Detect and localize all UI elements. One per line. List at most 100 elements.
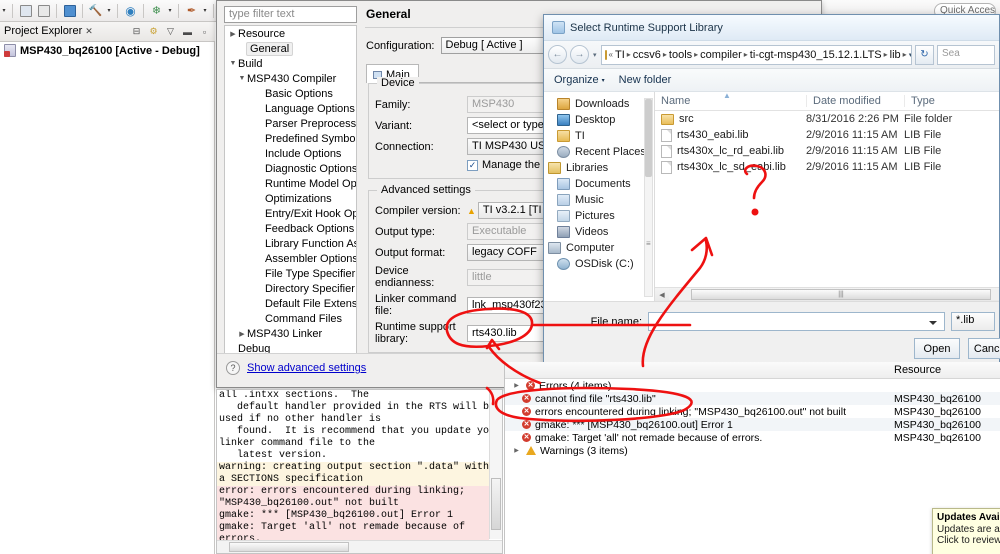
updates-notification[interactable]: Updates Availab Updates are ava Click to… [932,508,1000,554]
properties-tree-item[interactable]: Basic Options [225,86,356,101]
save-icon[interactable] [17,2,34,19]
places-scrollbar[interactable]: ≡ [644,98,653,297]
console-vscrollbar[interactable]: ≡ [489,390,502,548]
chevron-right-icon[interactable]: ▶ [511,447,522,454]
debug-icon[interactable]: ◉ [122,2,139,19]
problems-view[interactable]: Resource ▶ ✕ Errors (4 items) ✕ cannot find … [504,362,1000,554]
file-list-hscrollbar[interactable]: ◀ ||| [655,287,999,301]
file-list-row[interactable]: rts430x_lc_sd_eabi.lib 2/9/2016 11:15 AM L… [655,159,999,175]
back-icon[interactable]: ← [548,45,567,64]
places-item[interactable]: OSDisk (C:) [548,256,654,272]
problems-column-resource[interactable]: Resource [888,364,1000,376]
run-icon[interactable]: ❄ [148,2,165,19]
scroll-left-icon[interactable]: ◀ [655,291,669,299]
cancel-button[interactable]: Cancel [968,338,1000,359]
chevron-right-icon[interactable]: ▶ [228,30,238,38]
chevron-down-icon[interactable]: ▼ [228,60,238,67]
file-list-row[interactable]: rts430_eabi.lib 2/9/2016 11:15 AM LIB File [655,127,999,143]
new-folder-button[interactable]: New folder [619,74,672,86]
problems-row[interactable]: ✕ gmake: *** [MSP430_bq26100.out] Error 1… [505,418,1000,431]
run-dropdown-icon[interactable]: ▾ [166,2,174,19]
properties-tree-item[interactable]: Include Options [225,146,356,161]
properties-tree-item[interactable]: ▼ MSP430 Compiler [225,71,356,86]
breadcrumb-segment[interactable]: TI [615,49,625,61]
file-type-combo[interactable]: *.lib [951,312,995,331]
problems-group-errors[interactable]: ▶ ✕ Errors (4 items) [505,379,1000,392]
breadcrumb-dropdown-icon[interactable]: ▾ [909,51,911,59]
properties-tree-item[interactable]: Feedback Options [225,221,356,236]
minimize-icon[interactable]: ▬ [181,25,194,38]
external-tools-icon[interactable]: ✒ [183,2,200,19]
properties-filter-input[interactable]: type filter text [224,6,357,23]
breadcrumb-segment[interactable]: tools [669,49,692,61]
breadcrumb-chevron-icon[interactable]: ▸ [744,50,748,59]
properties-tree-item[interactable]: Predefined Symbols [225,131,356,146]
file-list-row[interactable]: src 8/31/2016 2:26 PM File folder [655,111,999,127]
tab-project-explorer[interactable]: Project Explorer ✕ [4,25,93,37]
properties-tree-item[interactable]: ▶ MSP430 Linker [225,326,356,341]
properties-tree-item[interactable]: Directory Specifier [225,281,356,296]
properties-tree-item[interactable]: Optimizations [225,191,356,206]
properties-tree-item[interactable]: ▶ Resource [225,26,356,41]
hscroll-track[interactable]: ||| [669,289,999,300]
breadcrumb-segment[interactable]: ti-cgt-msp430_15.12.1.LTS [750,49,882,61]
properties-tree[interactable]: ▶ Resource General ▼ Build ▼ MSP430 Compiler Ba… [224,25,357,355]
notification-line-2[interactable]: Click to review a [933,535,1000,546]
places-item[interactable]: Computer [548,240,654,256]
console-hscrollbar[interactable] [217,540,502,553]
breadcrumb-chevron-icon[interactable]: ▸ [903,50,907,59]
problems-row[interactable]: ✕ cannot find file "rts430.lib" MSP430_bq2… [505,392,1000,405]
places-item[interactable]: Pictures [548,208,654,224]
refresh-icon[interactable]: ↻ [915,44,934,65]
project-row[interactable]: MSP430_bq26100 [Active - Debug] [0,42,214,59]
properties-tree-item[interactable]: General [225,41,356,56]
properties-tree-item[interactable]: Default File Extensions [225,296,356,311]
places-scroll-thumb[interactable] [645,99,652,177]
save-all-icon[interactable] [35,2,52,19]
hscroll-thumb[interactable]: ||| [691,289,991,300]
properties-tree-item[interactable]: Assembler Options [225,251,356,266]
properties-tree-item[interactable]: Diagnostic Options [225,161,356,176]
console-hscroll-thumb[interactable] [229,542,349,552]
breadcrumb-segment[interactable]: compiler [700,49,742,61]
places-item[interactable]: TI [548,128,654,144]
help-icon[interactable]: ? [226,361,240,375]
chevron-down-icon[interactable]: ▼ [237,75,247,82]
file-name-input[interactable] [648,312,945,331]
breadcrumb-chevron-icon[interactable]: ▸ [694,50,698,59]
chevron-right-icon[interactable]: ▶ [237,330,247,338]
file-list-column-header[interactable]: Type [904,95,984,107]
properties-tree-item[interactable]: Language Options [225,101,356,116]
properties-tree-item[interactable]: Command Files [225,311,356,326]
properties-tree-item[interactable]: Library Function Assump [225,236,356,251]
collapse-all-icon[interactable]: ⊟ [130,25,143,38]
problems-row[interactable]: ✕ errors encountered during linking; "MSP… [505,405,1000,418]
places-item[interactable]: Music [548,192,654,208]
breadcrumb[interactable]: « TI ▸ ccsv6 ▸ tools ▸ compiler ▸ ti-cgt-msp430_… [600,44,912,65]
link-editor-icon[interactable]: ⚙ [147,25,160,38]
file-list[interactable]: Name ▲ Date modified Type src 8/31/2016 2:26… [655,92,999,301]
file-list-column-header[interactable]: Date modified [806,95,904,107]
file-list-rows[interactable]: src 8/31/2016 2:26 PM File folder rts430_ea… [655,111,999,175]
places-item[interactable]: Downloads [548,96,654,112]
open-button[interactable]: Open [914,338,960,359]
properties-tree-item[interactable]: Runtime Model Options [225,176,356,191]
console-icon[interactable] [61,2,78,19]
search-input[interactable]: Sea [937,44,995,65]
console-view[interactable]: all .intxx sections. The default handler… [216,389,503,554]
properties-tree-item[interactable]: Entry/Exit Hook Options [225,206,356,221]
new-dropdown-icon[interactable]: ▾ [0,2,8,19]
breadcrumb-chevron-icon[interactable]: ▸ [663,50,667,59]
build-hammer-icon[interactable]: 🔨 [87,2,104,19]
places-item[interactable]: Desktop [548,112,654,128]
breadcrumb-chevron-icon[interactable]: ▸ [884,50,888,59]
breadcrumb-segment[interactable]: lib [890,49,901,61]
build-dropdown-icon[interactable]: ▾ [105,2,113,19]
properties-tree-item[interactable]: File Type Specifier [225,266,356,281]
breadcrumb-chevron-icon[interactable]: ▸ [627,50,631,59]
file-list-column-header[interactable]: Name ▲ [655,92,806,107]
places-item[interactable]: Documents [548,176,654,192]
places-item[interactable]: Videos [548,224,654,240]
manage-target-checkbox[interactable]: ✓ [467,159,478,171]
properties-tree-item[interactable]: Parser Preprocessing Op [225,116,356,131]
